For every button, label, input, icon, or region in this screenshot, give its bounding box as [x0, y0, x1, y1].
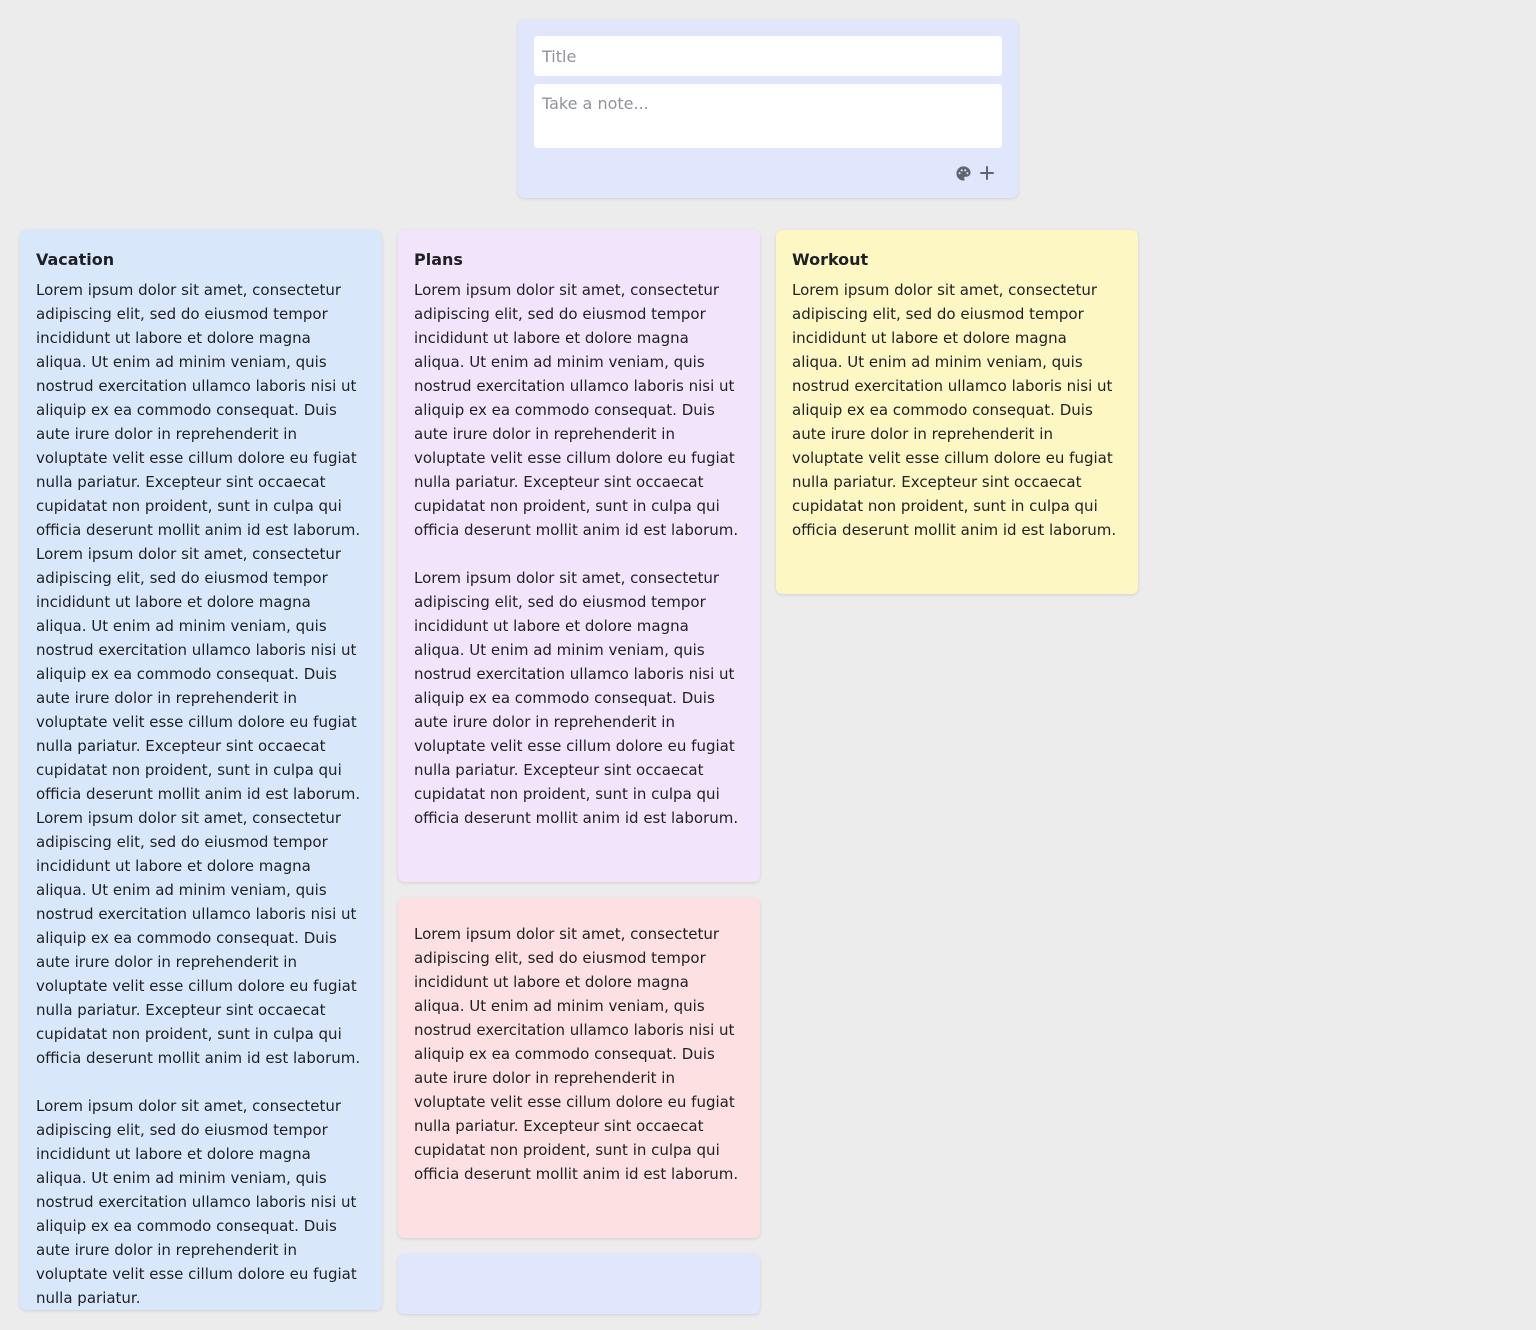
title-input[interactable]	[534, 36, 1002, 76]
note-card[interactable]: Lorem ipsum dolor sit amet, consectetur …	[398, 898, 760, 1238]
notes-column-2: Plans Lorem ipsum dolor sit amet, consec…	[398, 230, 760, 1330]
note-body: Lorem ipsum dolor sit amet, consectetur …	[414, 925, 740, 1183]
note-body: Lorem ipsum dolor sit amet, consectetur …	[792, 281, 1118, 539]
palette-icon[interactable]	[954, 164, 972, 182]
notes-column-3: Workout Lorem ipsum dolor sit amet, cons…	[776, 230, 1138, 610]
note-title: Vacation	[36, 250, 115, 269]
note-input[interactable]	[534, 84, 1002, 148]
plus-icon[interactable]	[978, 164, 996, 182]
note-card[interactable]: Plans Lorem ipsum dolor sit amet, consec…	[398, 230, 760, 882]
note-title: Workout	[792, 250, 869, 269]
note-body: Lorem ipsum dolor sit amet, consectetur …	[414, 281, 739, 827]
note-card[interactable]	[398, 1254, 760, 1314]
note-card[interactable]: Workout Lorem ipsum dolor sit amet, cons…	[776, 230, 1138, 594]
notes-column-1: Vacation Lorem ipsum dolor sit amet, con…	[20, 230, 382, 1326]
note-body: Lorem ipsum dolor sit amet, consectetur …	[36, 281, 361, 1307]
note-title: Plans	[414, 250, 463, 269]
note-card[interactable]: Vacation Lorem ipsum dolor sit amet, con…	[20, 230, 382, 1310]
note-composer	[518, 20, 1018, 198]
composer-actions	[954, 164, 996, 182]
